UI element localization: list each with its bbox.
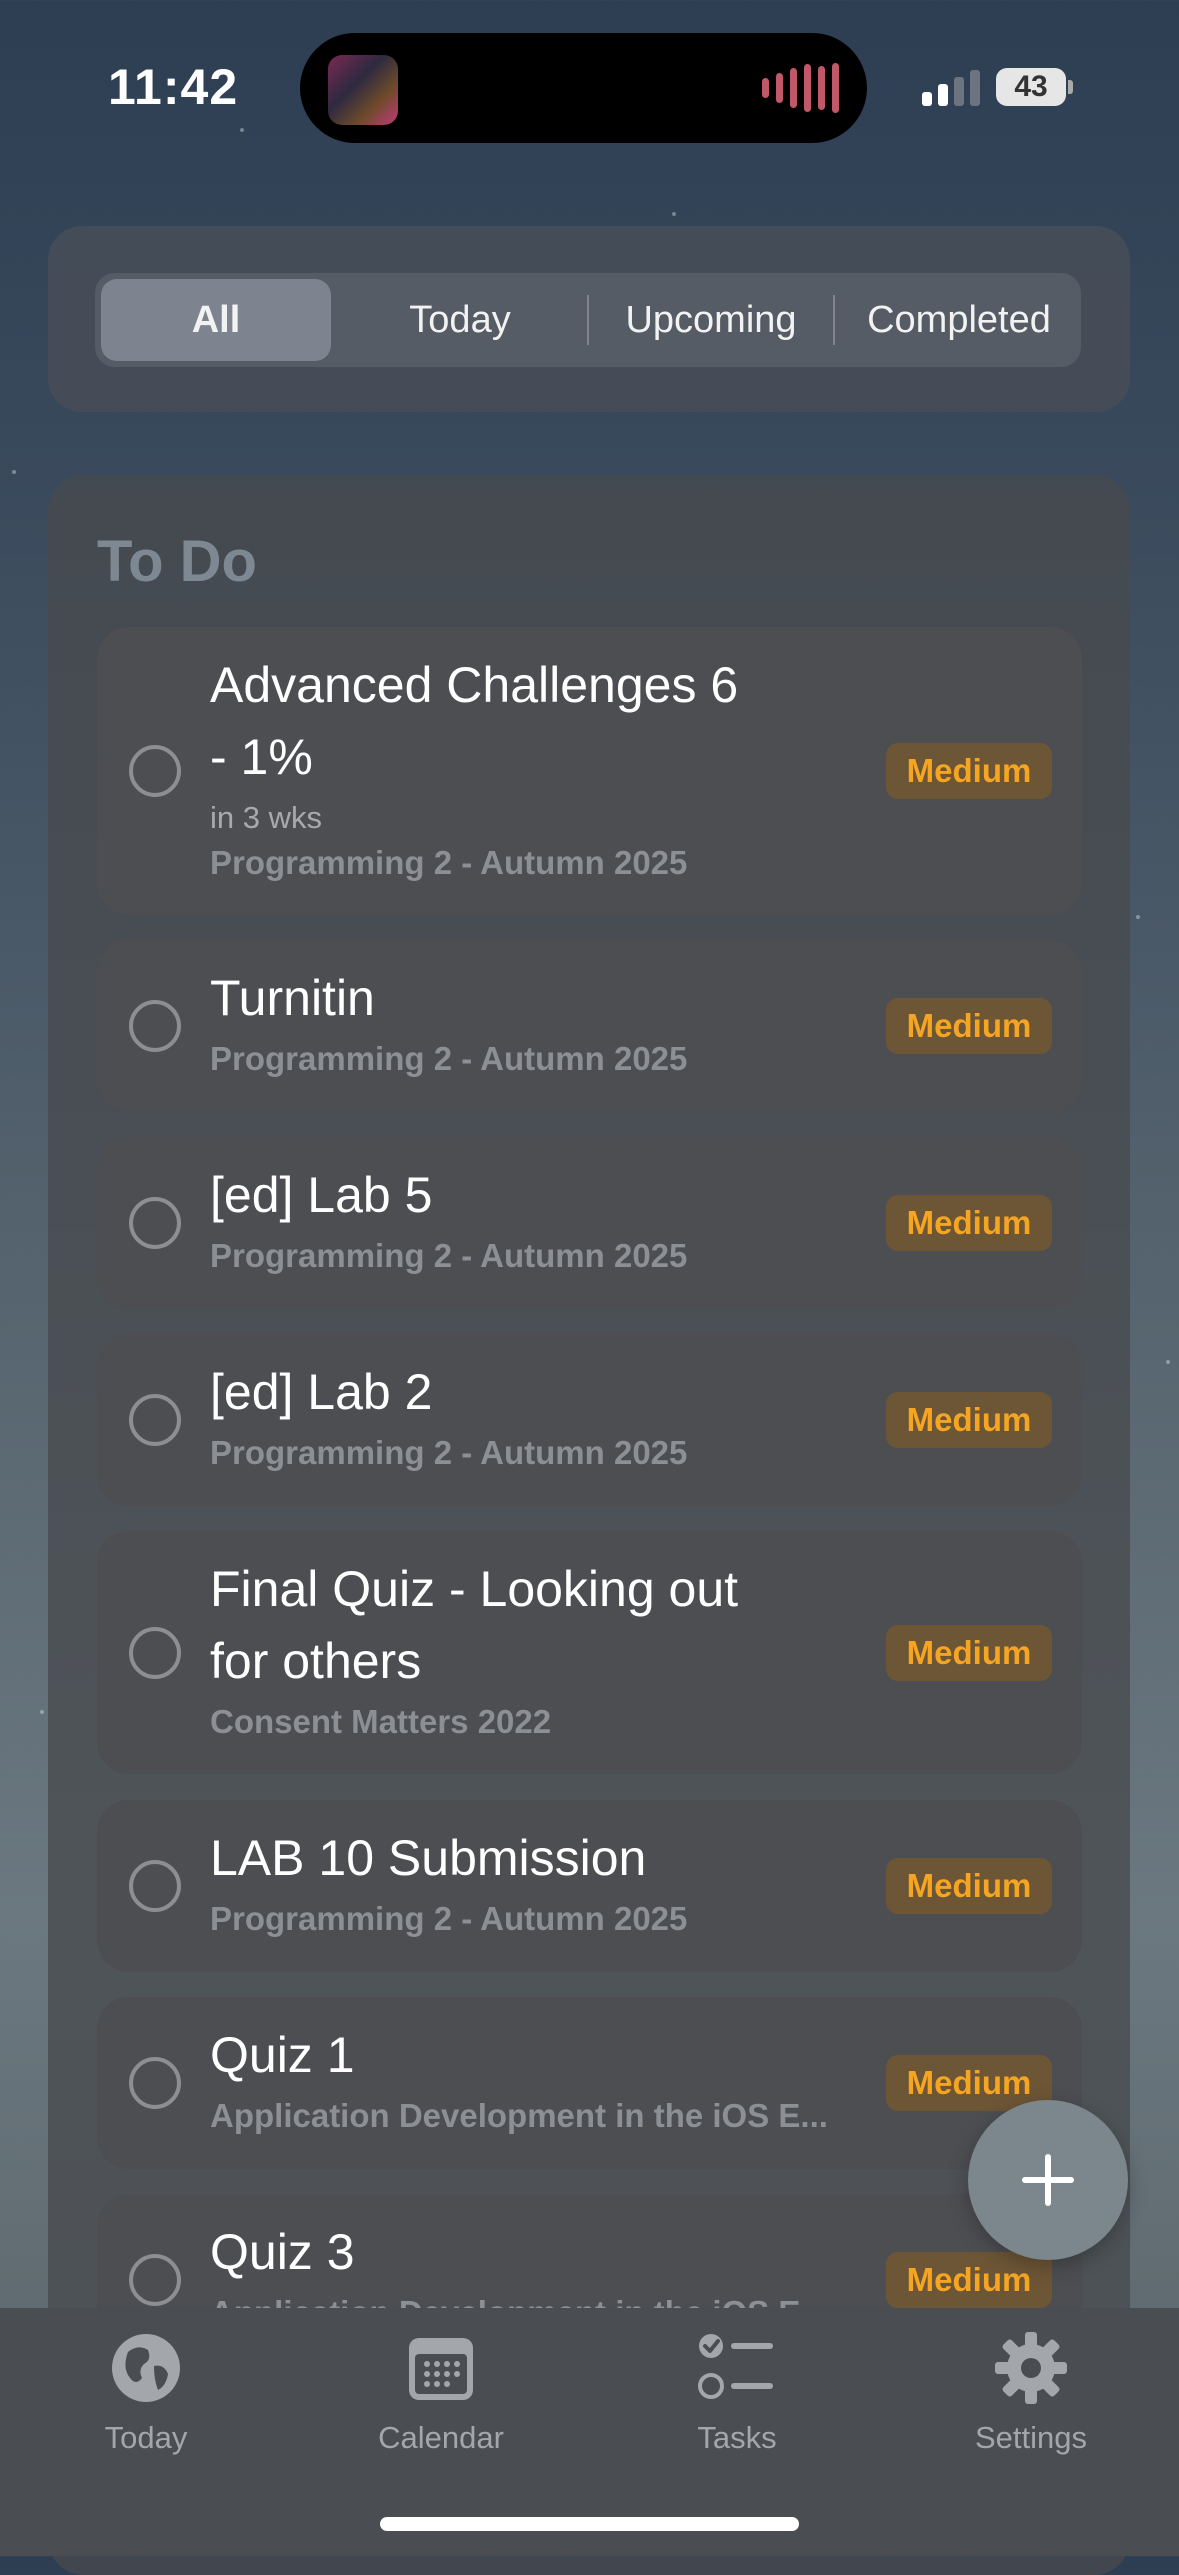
filter-all[interactable]: All — [101, 279, 331, 361]
task-title: Quiz 1 — [210, 2027, 355, 2083]
task-title: Advanced Challenges 6 — [210, 657, 739, 713]
segment-divider — [587, 295, 589, 345]
task-title-continued: - 1% — [210, 729, 313, 785]
task-checkbox[interactable] — [129, 1860, 181, 1912]
globe-icon — [112, 2334, 180, 2402]
priority-badge: Medium — [886, 1858, 1052, 1914]
tab-settings[interactable]: Settings — [921, 2330, 1141, 2456]
task-checkbox[interactable] — [129, 1627, 181, 1679]
task-checkbox[interactable] — [129, 1197, 181, 1249]
filter-upcoming[interactable]: Upcoming — [591, 273, 831, 367]
audio-waveform-icon — [762, 63, 839, 113]
segment-divider — [833, 295, 835, 345]
battery-icon: 43 — [996, 68, 1066, 106]
checklist-icon — [698, 2334, 773, 2399]
task-checkbox[interactable] — [129, 2057, 181, 2109]
cellular-signal-icon — [922, 70, 980, 106]
task-title: [ed] Lab 5 — [210, 1167, 433, 1223]
gear-icon — [995, 2332, 1067, 2404]
task-title: Turnitin — [210, 970, 375, 1026]
filter-container: All Today Upcoming Completed — [48, 226, 1130, 412]
task-course: Consent Matters 2022 — [210, 1703, 552, 1740]
task-title: Quiz 3 — [210, 2224, 355, 2280]
background-star — [240, 128, 244, 132]
task-card[interactable]: Advanced Challenges 6 - 1% in 3 wks Prog… — [97, 627, 1082, 915]
task-course: Programming 2 - Autumn 2025 — [210, 1040, 688, 1077]
task-title-continued: for others — [210, 1633, 422, 1689]
task-card[interactable]: Quiz 1 Application Development in the iO… — [97, 1997, 1082, 2169]
tab-label: Calendar — [378, 2420, 504, 2455]
filter-segmented-control: All Today Upcoming Completed — [95, 273, 1081, 367]
background-star — [1136, 915, 1140, 919]
task-title: [ed] Lab 2 — [210, 1364, 433, 1420]
tab-label: Tasks — [697, 2420, 777, 2455]
tab-label: Settings — [974, 2420, 1087, 2455]
priority-badge: Medium — [886, 2252, 1052, 2308]
status-time: 11:42 — [108, 59, 239, 115]
priority-badge: Medium — [886, 1625, 1052, 1681]
task-card[interactable]: LAB 10 Submission Programming 2 - Autumn… — [97, 1800, 1082, 1972]
task-card[interactable]: Final Quiz - Looking out for others Cons… — [97, 1531, 1082, 1774]
task-due: in 3 wks — [210, 800, 322, 835]
background-star — [1166, 1360, 1170, 1364]
task-course: Application Development in the iOS E... — [210, 2097, 828, 2134]
task-course: Programming 2 - Autumn 2025 — [210, 844, 688, 881]
task-course: Programming 2 - Autumn 2025 — [210, 1434, 688, 1471]
task-card[interactable]: [ed] Lab 5 Programming 2 - Autumn 2025 M… — [97, 1137, 1082, 1309]
tab-label: Today — [104, 2420, 188, 2455]
battery-tip — [1068, 80, 1073, 94]
filter-completed[interactable]: Completed — [837, 273, 1081, 367]
background-star — [672, 212, 676, 216]
tab-tasks[interactable]: Tasks — [627, 2330, 847, 2456]
priority-badge: Medium — [886, 1195, 1052, 1251]
priority-badge: Medium — [886, 743, 1052, 799]
tab-today[interactable]: Today — [36, 2330, 256, 2456]
background-star — [40, 1710, 44, 1714]
now-playing-artwork[interactable] — [328, 55, 398, 125]
dynamic-island[interactable] — [300, 33, 867, 143]
home-indicator[interactable] — [380, 2517, 799, 2531]
tab-calendar[interactable]: Calendar — [331, 2330, 551, 2456]
task-checkbox[interactable] — [129, 2254, 181, 2306]
filter-today[interactable]: Today — [337, 273, 583, 367]
plus-icon — [1022, 2154, 1074, 2206]
task-title: LAB 10 Submission — [210, 1830, 647, 1886]
task-title: Final Quiz - Looking out — [210, 1561, 739, 1617]
section-title: To Do — [97, 529, 257, 594]
background-star — [12, 470, 16, 474]
task-card[interactable]: [ed] Lab 2 Programming 2 - Autumn 2025 M… — [97, 1334, 1082, 1506]
priority-badge: Medium — [886, 1392, 1052, 1448]
task-checkbox[interactable] — [129, 1394, 181, 1446]
calendar-icon — [409, 2338, 473, 2400]
task-checkbox[interactable] — [129, 745, 181, 797]
task-checbox[interactable] — [129, 1000, 181, 1052]
priority-badge: Medium — [886, 998, 1052, 1054]
task-course: Programming 2 - Autumn 2025 — [210, 1237, 688, 1274]
task-course: Programming 2 - Autumn 2025 — [210, 1900, 688, 1937]
task-card[interactable]: Turnitin Programming 2 - Autumn 2025 Med… — [97, 940, 1082, 1112]
add-task-button[interactable] — [968, 2100, 1128, 2260]
